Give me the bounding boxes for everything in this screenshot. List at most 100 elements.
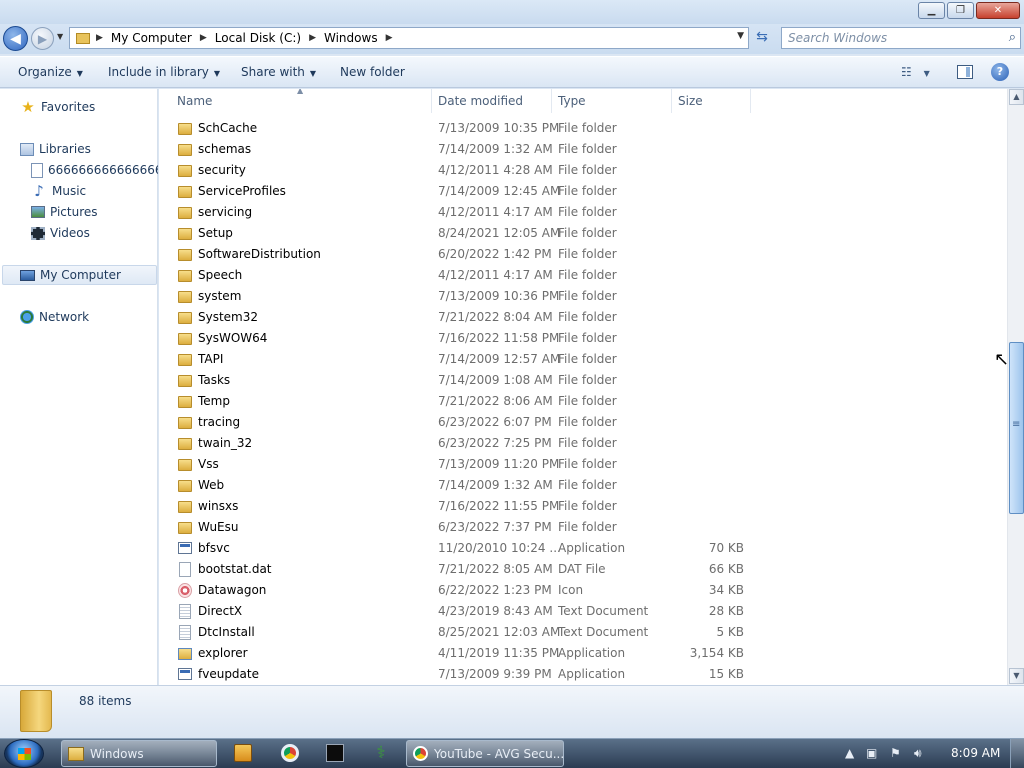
back-arrow-icon[interactable]: ◀	[3, 26, 28, 51]
scrollbar-thumb[interactable]	[1009, 342, 1024, 514]
file-row[interactable]: fveupdate 7/13/2009 9:39 PM Application 15 …	[159, 664, 1007, 685]
file-row[interactable]: SoftwareDistribution 6/20/2022 1:42 PM Fil…	[159, 244, 1007, 265]
file-name: DirectX	[198, 604, 243, 618]
chevron-right-icon[interactable]: ▶	[386, 33, 393, 43]
mouse-cursor-icon: ↖	[994, 349, 1010, 370]
file-row[interactable]: Temp 7/21/2022 8:06 AM File folder	[159, 391, 1007, 412]
nav-videos[interactable]: Videos	[31, 223, 90, 243]
minimize-button[interactable]: ▁	[918, 2, 945, 19]
file-row[interactable]: SysWOW64 7/16/2022 11:58 PM File folder	[159, 328, 1007, 349]
scroll-down-arrow-icon[interactable]: ▼	[1009, 668, 1024, 684]
nav-my-computer[interactable]: My Computer	[2, 265, 157, 285]
file-row[interactable]: SchCache 7/13/2009 10:35 PM File folder	[159, 118, 1007, 139]
taskbar-youtube-chrome[interactable]: YouTube - AVG Secu...	[406, 740, 564, 767]
address-dropdown-icon[interactable]: ▼	[737, 31, 744, 41]
file-name: servicing	[198, 205, 253, 219]
file-row[interactable]: security 4/12/2011 4:28 AM File folder	[159, 160, 1007, 181]
file-date: 7/21/2022 8:05 AM	[438, 562, 553, 576]
nav-favorites[interactable]: ★ Favorites	[20, 97, 95, 117]
app-icon[interactable]: ⚕	[372, 744, 390, 762]
title-bar: ▁ ❐ ✕	[0, 0, 1024, 24]
breadcrumb-my-computer[interactable]: My Computer ▶	[111, 31, 207, 45]
vertical-scrollbar[interactable]: ▲ ▼	[1007, 89, 1024, 685]
action-center-flag-icon[interactable]: ⚑	[890, 746, 901, 760]
maximize-button[interactable]: ❐	[947, 2, 974, 19]
nav-label: Videos	[50, 226, 90, 240]
share-with-button[interactable]: Share with ▼	[241, 65, 316, 79]
file-row[interactable]: System32 7/21/2022 8:04 AM File folder	[159, 307, 1007, 328]
breadcrumb-local-disk[interactable]: Local Disk (C:) ▶	[215, 31, 316, 45]
new-folder-button[interactable]: New folder	[340, 65, 405, 79]
recent-pages-chevron-icon[interactable]: ▼	[57, 32, 63, 41]
file-row[interactable]: DirectX 4/23/2019 8:43 AM Text Document 28 …	[159, 601, 1007, 622]
file-row[interactable]: Datawagon 6/22/2022 1:23 PM Icon 34 KB	[159, 580, 1007, 601]
close-button[interactable]: ✕	[976, 2, 1020, 19]
file-row[interactable]: Setup 8/24/2021 12:05 AM File folder	[159, 223, 1007, 244]
organize-label: Organize	[18, 65, 72, 79]
text-document-icon	[179, 625, 191, 640]
column-header-date-modified[interactable]: Date modified	[438, 94, 523, 108]
change-view-icon[interactable]: ☷ ▼	[901, 65, 930, 79]
file-row[interactable]: Vss 7/13/2009 11:20 PM File folder	[159, 454, 1007, 475]
file-row[interactable]: tracing 6/23/2022 6:07 PM File folder	[159, 412, 1007, 433]
file-row[interactable]: twain_32 6/23/2022 7:25 PM File folder	[159, 433, 1007, 454]
file-row[interactable]: bfsvc 11/20/2010 10:24 ... Application 70 K…	[159, 538, 1007, 559]
chevron-right-icon[interactable]: ▶	[200, 33, 207, 43]
file-type: File folder	[558, 394, 617, 408]
nav-library-item[interactable]: 6666666666666666666	[31, 160, 158, 180]
column-header-size[interactable]: Size	[678, 94, 703, 108]
file-name: tracing	[198, 415, 241, 429]
network-tray-icon[interactable]: ▣	[866, 746, 877, 760]
file-date: 7/13/2009 10:35 PM	[438, 121, 560, 135]
file-row[interactable]: explorer 4/11/2019 11:35 PM Application 3,1…	[159, 643, 1007, 664]
organize-button[interactable]: Organize ▼	[18, 65, 83, 79]
column-header-name[interactable]: Name	[177, 94, 212, 108]
taskbar-clock[interactable]: 8:09 AM	[951, 746, 1000, 760]
forward-arrow-icon[interactable]: ▶	[31, 27, 54, 50]
help-icon[interactable]: ?	[991, 63, 1009, 81]
show-desktop-button[interactable]	[1010, 739, 1024, 768]
application-icon	[178, 542, 192, 554]
start-button[interactable]	[4, 739, 44, 768]
file-row[interactable]: TAPI 7/14/2009 12:57 AM File folder	[159, 349, 1007, 370]
refresh-icon[interactable]: ⇆	[752, 29, 772, 47]
column-header-type[interactable]: Type	[558, 94, 586, 108]
scroll-up-arrow-icon[interactable]: ▲	[1009, 89, 1024, 105]
column-divider[interactable]	[750, 89, 751, 113]
volume-icon[interactable]: 🔊︎	[914, 746, 922, 761]
file-row[interactable]: WuEsu 6/23/2022 7:37 PM File folder	[159, 517, 1007, 538]
file-row[interactable]: DtcInstall 8/25/2021 12:03 AM Text Documen…	[159, 622, 1007, 643]
file-row[interactable]: bootstat.dat 7/21/2022 8:05 AM DAT File 66 …	[159, 559, 1007, 580]
command-prompt-icon[interactable]	[326, 744, 344, 762]
nav-music[interactable]: ♪ Music	[31, 181, 86, 201]
network-globe-icon	[20, 310, 34, 324]
file-row[interactable]: system 7/13/2009 10:36 PM File folder	[159, 286, 1007, 307]
media-player-icon[interactable]	[234, 744, 252, 762]
file-row[interactable]: servicing 4/12/2011 4:17 AM File folder	[159, 202, 1007, 223]
file-row[interactable]: Web 7/14/2009 1:32 AM File folder	[159, 475, 1007, 496]
nav-pictures[interactable]: Pictures	[31, 202, 98, 222]
preview-pane-icon[interactable]	[957, 65, 973, 79]
file-row[interactable]: Speech 4/12/2011 4:17 AM File folder	[159, 265, 1007, 286]
nav-network[interactable]: Network	[20, 307, 89, 327]
file-row[interactable]: Tasks 7/14/2009 1:08 AM File folder	[159, 370, 1007, 391]
nav-libraries[interactable]: Libraries	[20, 139, 91, 159]
column-divider[interactable]	[431, 89, 432, 113]
column-divider[interactable]	[551, 89, 552, 113]
show-hidden-icons-icon[interactable]: ▲	[845, 746, 854, 760]
search-icon[interactable]: ⌕	[1009, 30, 1016, 45]
file-type: File folder	[558, 163, 617, 177]
address-bar[interactable]: ▶ My Computer ▶ Local Disk (C:) ▶ Windows ▶…	[69, 27, 749, 49]
breadcrumb-root-chevron[interactable]: ▶	[96, 33, 103, 43]
file-row[interactable]: schemas 7/14/2009 1:32 AM File folder	[159, 139, 1007, 160]
breadcrumb-windows[interactable]: Windows ▶	[324, 31, 393, 45]
column-divider[interactable]	[671, 89, 672, 113]
chevron-right-icon[interactable]: ▶	[309, 33, 316, 43]
include-in-library-button[interactable]: Include in library ▼	[108, 65, 220, 79]
file-name: fveupdate	[198, 667, 259, 681]
file-row[interactable]: ServiceProfiles 7/14/2009 12:45 AM File fo…	[159, 181, 1007, 202]
file-row[interactable]: winsxs 7/16/2022 11:55 PM File folder	[159, 496, 1007, 517]
taskbar-windows-explorer[interactable]: Windows	[61, 740, 217, 767]
chrome-icon[interactable]	[281, 744, 299, 762]
search-input[interactable]: Search Windows ⌕	[781, 27, 1021, 49]
